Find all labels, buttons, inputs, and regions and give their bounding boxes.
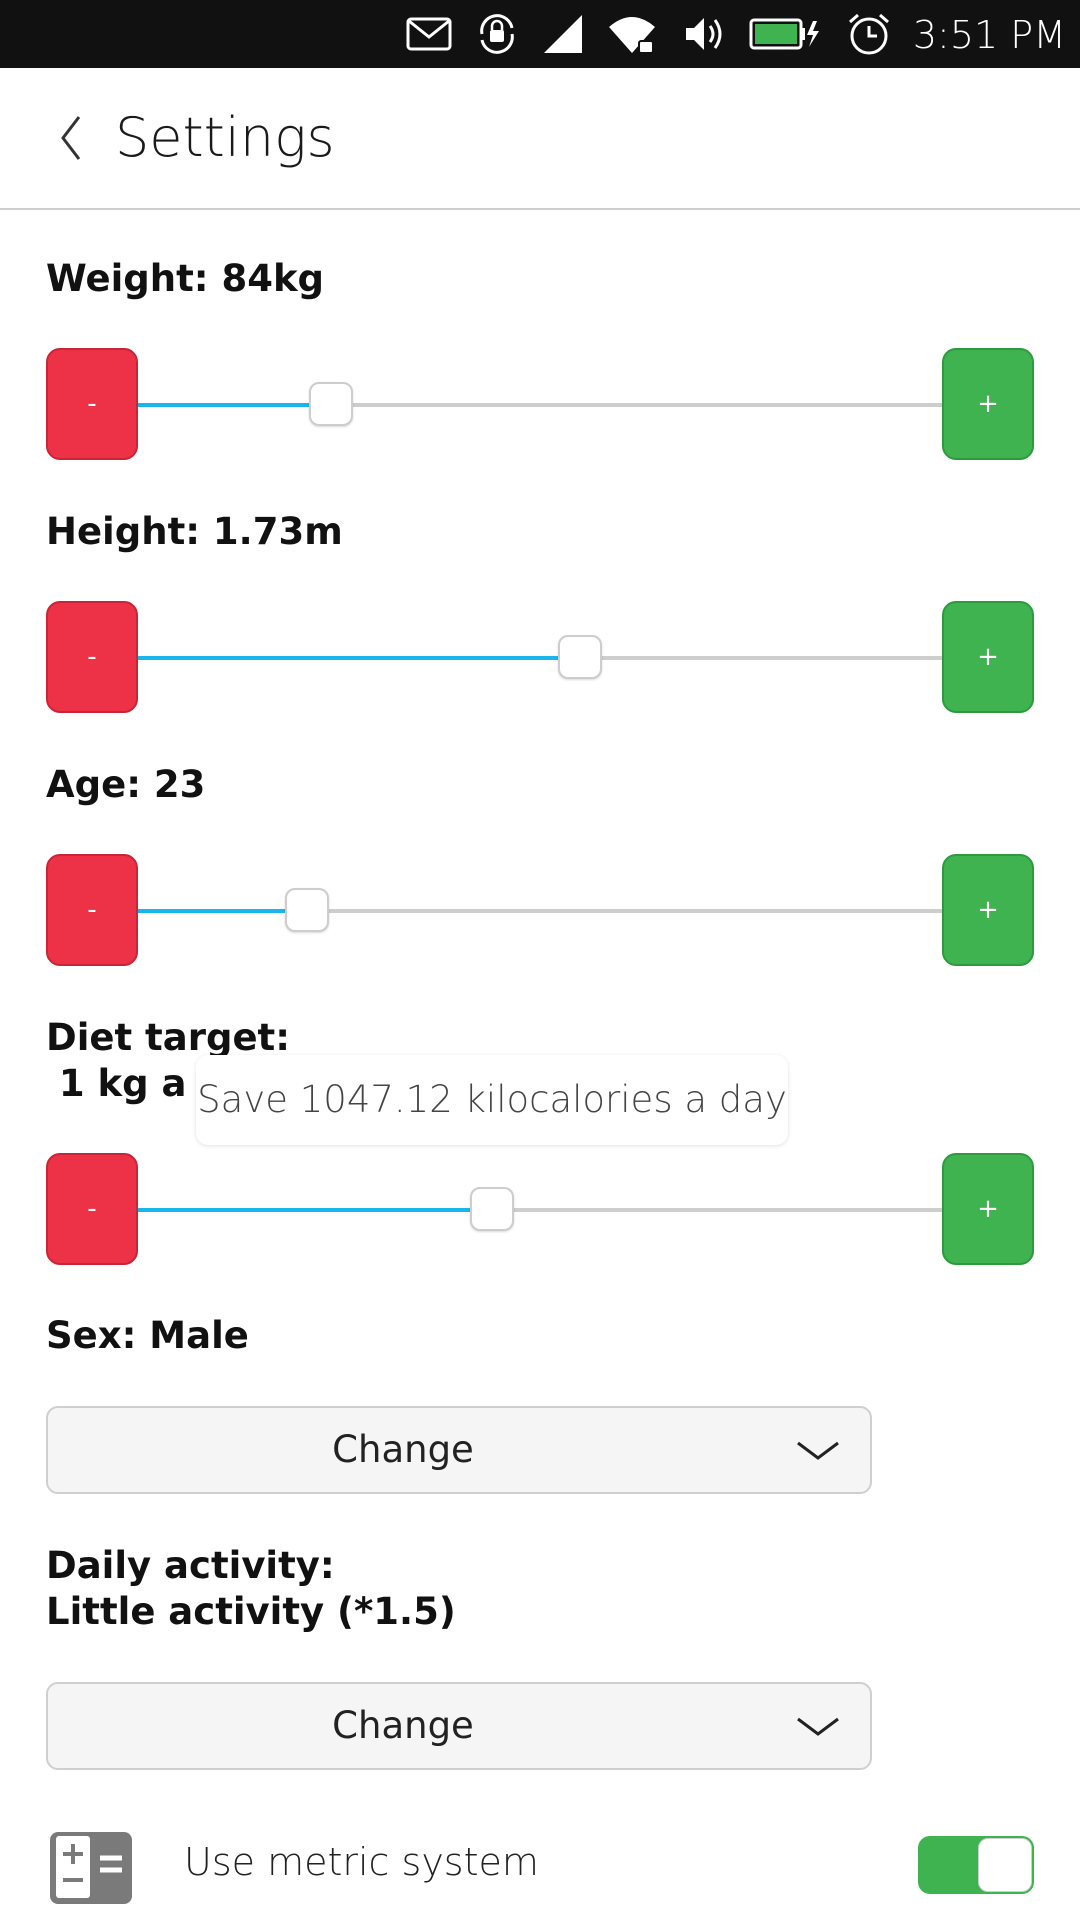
- sex-change-label: Change: [332, 1428, 474, 1471]
- status-bar: 3:51 PM: [0, 0, 1080, 68]
- diet-slider[interactable]: [138, 1187, 942, 1231]
- calorie-tooltip: Save 1047.12 kilocalories a day: [196, 1055, 788, 1145]
- metric-system-toggle[interactable]: [918, 1836, 1034, 1894]
- age-label: Age: 23: [46, 763, 206, 806]
- height-slider[interactable]: [138, 635, 942, 679]
- diet-slider-thumb[interactable]: [469, 1187, 514, 1231]
- calculator-icon: [48, 1830, 134, 1906]
- height-slider-thumb[interactable]: [558, 635, 603, 679]
- activity-change-label: Change: [332, 1704, 474, 1747]
- activity-change-dropdown[interactable]: Change: [46, 1682, 872, 1770]
- status-time: 3:51 PM: [912, 13, 1066, 57]
- weight-increase-button[interactable]: +: [942, 348, 1034, 460]
- diet-slider-fill: [138, 1208, 492, 1212]
- age-slider[interactable]: [138, 888, 942, 932]
- height-label: Height: 1.73m: [46, 510, 343, 553]
- height-increase-button[interactable]: +: [942, 601, 1034, 713]
- wifi-icon: [606, 12, 658, 56]
- age-increase-button[interactable]: +: [942, 854, 1034, 966]
- sex-change-dropdown[interactable]: Change: [46, 1406, 872, 1494]
- diet-increase-button[interactable]: +: [942, 1153, 1034, 1265]
- age-slider-row: - +: [46, 854, 1034, 968]
- activity-label: Daily activity:: [46, 1544, 335, 1587]
- age-slider-fill: [138, 909, 307, 913]
- chevron-down-icon: [797, 1717, 839, 1736]
- weight-slider-row: - +: [46, 348, 1034, 462]
- metric-system-label: Use metric system: [184, 1840, 539, 1884]
- diet-slider-row: - +: [46, 1153, 1034, 1267]
- weight-slider-thumb[interactable]: [308, 382, 353, 426]
- weight-slider[interactable]: [138, 382, 942, 426]
- weight-decrease-button[interactable]: -: [46, 348, 138, 460]
- weight-slider-fill: [138, 403, 331, 407]
- age-slider-thumb[interactable]: [284, 888, 329, 932]
- chevron-down-icon: [797, 1441, 839, 1460]
- height-decrease-button[interactable]: -: [46, 601, 138, 713]
- age-decrease-button[interactable]: -: [46, 854, 138, 966]
- page-header: Settings: [0, 68, 1080, 210]
- height-slider-fill: [138, 656, 581, 660]
- page-title: Settings: [115, 106, 335, 169]
- height-slider-row: - +: [46, 601, 1034, 715]
- back-button[interactable]: [40, 98, 100, 178]
- chevron-left-icon: [61, 116, 81, 160]
- battery-charging-icon: [748, 12, 822, 56]
- diet-decrease-button[interactable]: -: [46, 1153, 138, 1265]
- mail-icon: [404, 12, 454, 56]
- cell-signal-icon: [540, 12, 586, 56]
- sex-label: Sex: Male: [46, 1314, 249, 1357]
- alarm-icon: [844, 12, 894, 56]
- rotation-lock-icon: [472, 12, 522, 56]
- toggle-knob: [978, 1838, 1032, 1892]
- weight-label: Weight: 84kg: [46, 257, 325, 300]
- activity-value: Little activity (*1.5): [46, 1590, 456, 1633]
- volume-icon: [680, 12, 730, 56]
